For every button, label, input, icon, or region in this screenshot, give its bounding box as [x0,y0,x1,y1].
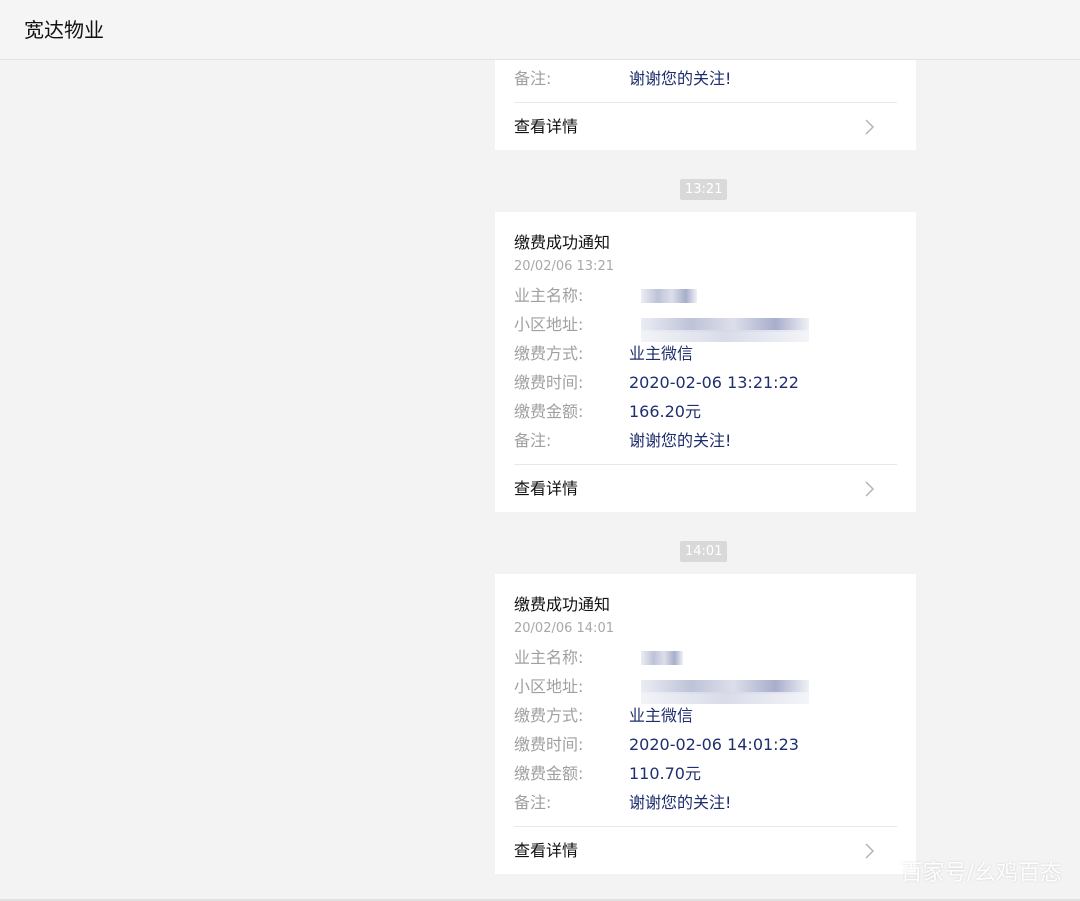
chevron-right-icon [865,119,875,135]
note-row: 备注: 谢谢您的关注! [514,792,904,814]
redacted-address-shadow [641,330,809,342]
method-label: 缴费方式: [514,706,584,725]
payment-notification-card: 缴费成功通知 20/02/06 14:01 业主名称: 小区地址: 缴费方式: … [495,574,916,874]
note-value: 谢谢您的关注! [629,431,732,450]
redacted-owner-name [641,289,697,303]
amount-value: 166.20元 [629,402,701,421]
message-card-partial: 备注: 谢谢您的关注! 查看详情 [495,60,916,150]
owner-row: 业主名称: [514,647,904,669]
redacted-address-shadow [641,692,809,704]
view-details-label: 查看详情 [514,841,579,860]
amount-value: 110.70元 [629,764,701,783]
time-label: 缴费时间: [514,373,584,392]
view-details-button[interactable]: 查看详情 [514,112,897,142]
card-title: 缴费成功通知 [514,595,611,614]
divider [514,464,897,465]
watermark: 百家号/幺鸡百态 [900,861,1062,886]
time-value: 2020-02-06 14:01:23 [629,735,799,754]
card-title: 缴费成功通知 [514,233,611,252]
owner-label: 业主名称: [514,286,584,305]
card-date: 20/02/06 13:21 [514,259,614,274]
amount-row: 缴费金额: 110.70元 [514,763,904,785]
note-row: 备注: 谢谢您的关注! [514,430,904,452]
view-details-label: 查看详情 [514,117,579,136]
chevron-right-icon [865,481,875,497]
time-label: 缴费时间: [514,735,584,754]
note-label: 备注: [514,793,552,812]
time-row: 缴费时间: 2020-02-06 13:21:22 [514,372,904,394]
address-row: 小区地址: [514,314,904,342]
address-label: 小区地址: [514,315,584,334]
view-details-label: 查看详情 [514,479,579,498]
time-row: 缴费时间: 2020-02-06 14:01:23 [514,734,904,756]
time-value: 2020-02-06 13:21:22 [629,373,799,392]
amount-row: 缴费金额: 166.20元 [514,401,904,423]
redacted-owner-name [641,651,683,665]
owner-label: 业主名称: [514,648,584,667]
address-label: 小区地址: [514,677,584,696]
time-badge: 14:01 [680,541,728,562]
app-header: 宽达物业 [0,0,1080,60]
chevron-right-icon [865,843,875,859]
view-details-button[interactable]: 查看详情 [514,474,897,504]
time-badge: 13:21 [680,179,728,200]
divider [514,826,897,827]
owner-row: 业主名称: [514,285,904,307]
note-label: 备注: [514,69,552,88]
amount-label: 缴费金额: [514,402,584,421]
page-title: 宽达物业 [24,18,104,42]
divider [514,102,897,103]
note-value: 谢谢您的关注! [629,69,732,88]
method-label: 缴费方式: [514,344,584,363]
note-row: 备注: 谢谢您的关注! [514,68,904,90]
address-row: 小区地址: [514,676,904,704]
payment-notification-card: 缴费成功通知 20/02/06 13:21 业主名称: 小区地址: 缴费方式: … [495,212,916,512]
amount-label: 缴费金额: [514,764,584,783]
method-row: 缴费方式: 业主微信 [514,343,904,365]
card-date: 20/02/06 14:01 [514,621,614,636]
method-value: 业主微信 [629,706,694,725]
method-value: 业主微信 [629,344,694,363]
view-details-button[interactable]: 查看详情 [514,836,897,866]
note-label: 备注: [514,431,552,450]
note-value: 谢谢您的关注! [629,793,732,812]
method-row: 缴费方式: 业主微信 [514,705,904,727]
